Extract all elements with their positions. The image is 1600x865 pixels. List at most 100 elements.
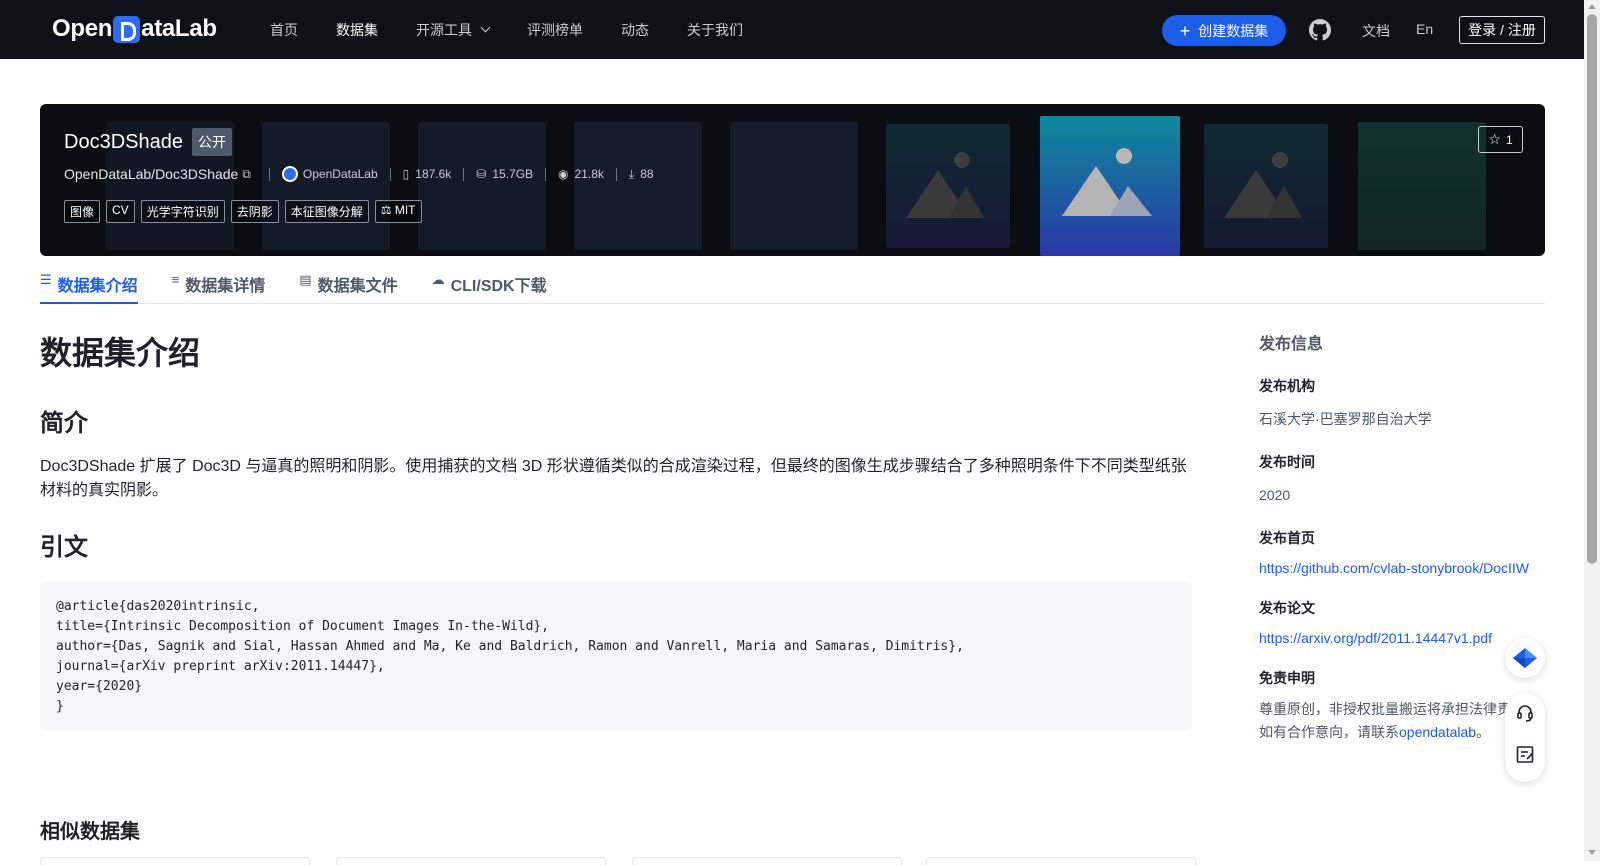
disk-icon: ⛁ [476,167,487,181]
nav-docs[interactable]: 文档 [1362,21,1390,41]
banner-thumbnail [574,122,702,250]
citation-heading: 引文 [40,534,88,561]
org-avatar [281,166,298,182]
publish-info-panel: 发布信息 发布机构 石溪大学·巴塞罗那自治大学 发布时间 2020 发布首页 h… [1259,330,1529,744]
tab-intro-label: 数据集介绍 [57,278,138,295]
scrollbar-thumb[interactable] [1587,14,1597,564]
similar-dataset-card[interactable] [40,857,310,865]
star-icon: ☆ [1488,131,1501,147]
dataset-banner: Doc3DShade 公开 OpenDataLab/Doc3DShade ⧉ O… [40,104,1545,256]
homepage-link[interactable]: https://github.com/cvlab-stonybrook/DocI… [1259,560,1529,576]
intro-text: Doc3DShade 扩展了 Doc3D 与逼真的照明和阴影。使用捕获的文档 3… [40,458,1187,499]
similar-dataset-card[interactable] [926,857,1196,865]
nav-datasets[interactable]: 数据集 [336,20,378,40]
divider [463,167,465,181]
license-tag[interactable]: ⚖ MIT [374,200,422,223]
nav-news[interactable]: 动态 [621,20,649,40]
code-line: author={Das, Sagnik and Sial, Hassan Ahm… [56,639,964,654]
license-label: MIT [394,203,416,217]
banner-thumbnail [418,122,546,250]
star-button[interactable]: ☆ 1 [1478,126,1523,153]
file-count: 187.6k [415,167,452,181]
chevron-down-icon [480,22,491,33]
page-title: 数据集介绍 [40,335,201,371]
disclaimer-line: 如有合作意向，请联系opendatalab。 [1259,721,1529,744]
nav-leaderboard[interactable]: 评测榜单 [527,20,583,40]
login-register-button[interactable]: 登录 / 注册 [1459,16,1545,44]
similar-datasets-heading: 相似数据集 [40,821,140,843]
tab-intro[interactable]: ☰ 数据集介绍 [40,264,138,304]
publisher-label: 发布机构 [1259,378,1315,394]
paper-label: 发布论文 [1259,600,1315,616]
database-icon: ☰ [40,272,52,287]
paper-link[interactable]: https://arxiv.org/pdf/2011.14447v1.pdf [1259,630,1529,646]
org-name[interactable]: OpenDataLab [303,167,378,181]
scale-icon: ⚖ [380,203,395,217]
disclaimer-line: 尊重原创，非授权批量搬运将承担法律责 [1259,701,1511,717]
github-icon[interactable] [1309,19,1331,41]
star-count: 1 [1505,132,1513,147]
disclaimer-label: 免责申明 [1259,670,1315,686]
eye-icon: ◉ [558,167,569,181]
tag[interactable]: 本征图像分解 [284,200,369,223]
download-count: 88 [640,167,654,181]
files-icon: ▯ [402,167,410,181]
nav-open-tools-label: 开源工具 [416,21,472,38]
list-icon: ≡ [171,272,180,287]
disclaimer-prefix: 如有合作意向，请联系 [1259,724,1399,740]
headset-icon[interactable] [1515,703,1535,723]
citation-code-block[interactable]: @article{das2020intrinsic, title={Intrin… [40,581,1192,731]
dataset-name: Doc3DShade [64,130,183,153]
diamond-logo-icon [1513,648,1537,668]
banner-thumbnail [262,122,390,250]
opendatalab-logo[interactable]: Open ataLab [52,14,217,44]
divider [615,167,617,181]
code-line: @article{das2020intrinsic, [56,599,260,614]
tab-details[interactable]: ≡ 数据集详情 [172,264,266,304]
code-line: } [56,699,64,714]
nav-home[interactable]: 首页 [270,20,298,40]
code-line: journal={arXiv preprint arXiv:2011.14447… [56,659,385,674]
divider [545,167,547,181]
image-placeholder-icon [886,124,1010,248]
publish-info-title: 发布信息 [1259,336,1324,353]
dataset-repo-path: OpenDataLab/Doc3DShade [64,166,239,182]
tag[interactable]: 去阴影 [230,200,279,223]
disclaimer-text: 尊重原创，非授权批量搬运将承担法律责 如有合作意向，请联系opendatalab… [1259,698,1529,744]
banner-thumbnail [730,122,858,250]
logo-d-icon [113,15,141,43]
code-line: year={2020} [56,679,143,694]
tag-list: 图像 CV 光学字符识别 去阴影 本征图像分解 ⚖ MIT [64,200,428,223]
similar-dataset-card[interactable] [632,857,902,865]
copy-icon[interactable]: ⧉ [242,167,251,182]
scroll-down-arrow[interactable] [1588,850,1596,855]
create-dataset-label: 创建数据集 [1198,22,1269,39]
nav-about[interactable]: 关于我们 [687,20,743,40]
publish-time-label: 发布时间 [1259,454,1315,470]
cloud-download-icon: ☁ [431,272,445,287]
tag[interactable]: 光学字符识别 [140,200,225,223]
feedback-edit-icon[interactable] [1515,744,1535,764]
main-nav: 首页 数据集 开源工具 评测榜单 动态 关于我们 [270,0,781,59]
floating-toolbar [1505,693,1545,782]
assistant-button[interactable] [1505,638,1545,678]
tab-cli-sdk[interactable]: ☁ CLI/SDK下载 [432,264,547,304]
top-navbar: Open ataLab 首页 数据集 开源工具 评测榜单 动态 关于我们 + 创建… [0,0,1584,59]
contact-link[interactable]: opendatalab [1399,724,1476,740]
view-count: 21.8k [574,167,604,181]
file-icon: ▤ [299,272,312,287]
banner-thumbnail [1358,122,1486,250]
language-switch[interactable]: En [1416,21,1433,37]
publisher-value: 石溪大学·巴塞罗那自治大学 [1259,411,1432,427]
create-dataset-button[interactable]: + 创建数据集 [1162,15,1286,46]
scroll-up-arrow[interactable] [1588,4,1596,9]
dataset-tabs: ☰ 数据集介绍 ≡ 数据集详情 ▤ 数据集文件 ☁ CLI/SDK下载 [40,264,1545,304]
visibility-badge: 公开 [191,128,232,156]
tab-files[interactable]: ▤ 数据集文件 [299,264,397,304]
nav-open-tools[interactable]: 开源工具 [416,20,491,40]
divider [389,167,391,181]
tag[interactable]: CV [106,200,135,223]
tag[interactable]: 图像 [64,200,101,223]
similar-dataset-card[interactable] [336,857,606,865]
homepage-label: 发布首页 [1259,530,1315,546]
